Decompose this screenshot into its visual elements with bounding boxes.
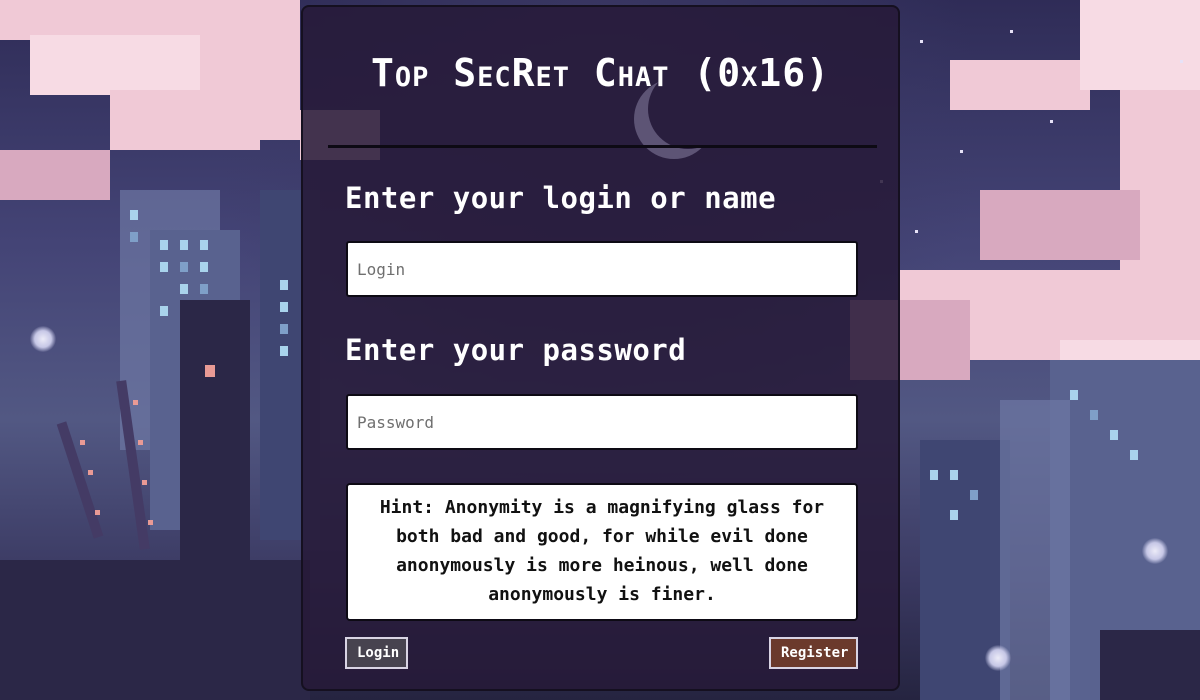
- window: [130, 210, 138, 220]
- window: [280, 280, 288, 290]
- window: [280, 346, 288, 356]
- window: [200, 240, 208, 250]
- window: [130, 232, 138, 242]
- password-label: Enter your password: [345, 333, 687, 367]
- glow-orb: [985, 645, 1011, 671]
- plant-dot: [205, 365, 215, 377]
- login-panel: Top SecRet Chat (0x16) Enter your login …: [301, 5, 900, 691]
- background-scene: Top SecRet Chat (0x16) Enter your login …: [0, 0, 1200, 700]
- title-divider: [328, 145, 877, 148]
- window: [930, 470, 938, 480]
- login-button[interactable]: Login: [345, 637, 408, 669]
- cloud: [980, 190, 1140, 260]
- window: [1110, 430, 1118, 440]
- window: [200, 262, 208, 272]
- window: [950, 470, 958, 480]
- window: [950, 510, 958, 520]
- cloud: [1080, 0, 1200, 90]
- window: [1130, 450, 1138, 460]
- plant-dot: [95, 510, 100, 515]
- password-input[interactable]: [346, 394, 858, 450]
- glow-orb: [30, 326, 56, 352]
- window: [160, 240, 168, 250]
- foreground-grass: [180, 300, 250, 600]
- plant-dot: [142, 480, 147, 485]
- star: [1050, 120, 1053, 123]
- plant-dot: [138, 440, 143, 445]
- window: [160, 306, 168, 316]
- hint-box: Hint: Anonymity is a magnifying glass fo…: [346, 483, 858, 621]
- window: [280, 302, 288, 312]
- star: [1010, 30, 1013, 33]
- register-button[interactable]: Register: [769, 637, 858, 669]
- plant-dot: [88, 470, 93, 475]
- cloud: [0, 150, 110, 200]
- window: [970, 490, 978, 500]
- star: [1180, 60, 1183, 63]
- glow-orb: [1142, 538, 1168, 564]
- window: [1090, 410, 1098, 420]
- foreground-grass: [1100, 630, 1200, 700]
- plant-dot: [133, 400, 138, 405]
- star: [960, 150, 963, 153]
- plant-dot: [80, 440, 85, 445]
- plant-leaf: [56, 421, 104, 539]
- cloud: [200, 0, 300, 140]
- window: [180, 240, 188, 250]
- window: [1070, 390, 1078, 400]
- cloud: [950, 60, 1090, 110]
- star: [915, 230, 918, 233]
- foreground-grass: [0, 560, 310, 700]
- login-input[interactable]: [346, 241, 858, 297]
- plant-dot: [148, 520, 153, 525]
- window: [280, 324, 288, 334]
- window: [180, 262, 188, 272]
- window: [180, 284, 188, 294]
- window: [160, 262, 168, 272]
- star: [920, 40, 923, 43]
- login-label: Enter your login or name: [345, 181, 777, 215]
- page-title: Top SecRet Chat (0x16): [370, 51, 831, 95]
- window: [200, 284, 208, 294]
